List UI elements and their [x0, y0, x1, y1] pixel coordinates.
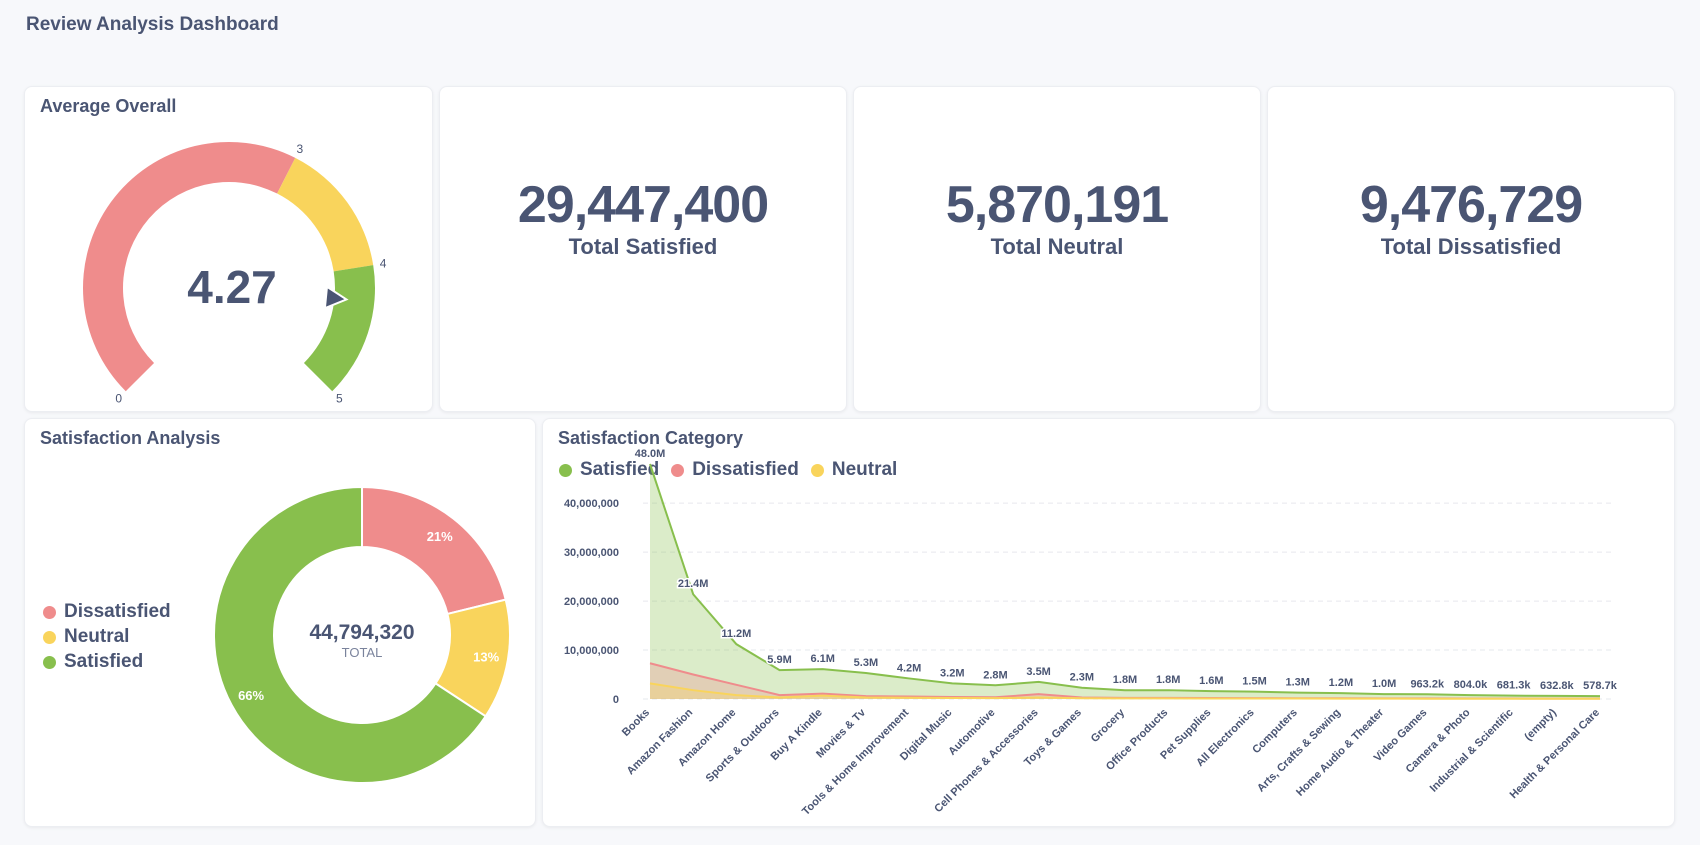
data-label: 48.0M: [635, 448, 666, 460]
data-label: 4.2M: [897, 662, 921, 674]
satisfaction-category-card: Satisfaction Category Satisfied Dissatis…: [542, 418, 1675, 827]
x-tick-label: Sports & Outdoors: [704, 707, 782, 785]
dashboard-title: Review Analysis Dashboard: [26, 14, 279, 35]
gauge-tick-label: 3: [296, 142, 303, 156]
data-label: 11.2M: [721, 628, 751, 640]
gauge-tick-label: 5: [336, 391, 343, 405]
x-tick-label: Health & Personal Care: [1508, 707, 1603, 802]
data-label: 21.4M: [678, 578, 709, 590]
data-label: 632.8k: [1540, 680, 1575, 692]
x-tick-label: Industrial & Scientific: [1428, 707, 1516, 795]
x-tick-label: Books: [620, 707, 652, 739]
data-label: 5.9M: [767, 654, 791, 666]
data-label: 3.2M: [940, 667, 964, 679]
y-tick-label: 30,000,000: [564, 547, 619, 559]
total-dissatisfied-card: 9,476,729 Total Dissatisfied: [1267, 86, 1675, 412]
data-label: 2.8M: [983, 669, 1007, 681]
data-label: 6.1M: [810, 653, 834, 665]
x-tick-label: (empty): [1522, 706, 1559, 743]
total-dissatisfied-value: 9,476,729: [1359, 175, 1583, 234]
satisfaction-analysis-card: Satisfaction Analysis Dissatisfied Neutr…: [24, 418, 536, 827]
data-label: 804.0k: [1454, 679, 1489, 691]
y-tick-label: 10,000,000: [564, 645, 619, 657]
data-label: 1.2M: [1329, 677, 1353, 689]
area-fill-satisfied: [650, 464, 1600, 699]
satisfaction-donut-chart: 21% 13% 66% 44,794,320TOTAL: [213, 485, 511, 784]
average-overall-gauge: 0 3 4 5 4.27: [83, 142, 387, 405]
gauge-segment-2: [303, 265, 375, 392]
gauge-value: 4.27: [187, 261, 277, 313]
y-tick-label: 40,000,000: [564, 498, 619, 510]
gauge-tick-label: 4: [380, 257, 387, 271]
data-label: 1.8M: [1156, 674, 1180, 686]
data-label: 1.6M: [1199, 675, 1223, 687]
data-label: 3.5M: [1026, 666, 1050, 678]
y-tick-label: 20,000,000: [564, 596, 619, 608]
data-label: 1.8M: [1113, 674, 1137, 686]
donut-slice-label: 13%: [473, 649, 499, 664]
total-neutral-card: 5,870,191 Total Neutral: [853, 86, 1261, 412]
x-tick-label: Grocery: [1089, 706, 1128, 745]
total-satisfied-label: Total Satisfied: [568, 233, 718, 259]
average-overall-card: Average Overall 0 3 4 5 4.27: [24, 86, 433, 412]
data-label: 1.3M: [1285, 677, 1309, 689]
data-label: 1.5M: [1242, 676, 1266, 688]
donut-slice-label: 66%: [238, 688, 264, 703]
y-tick-label: 0: [613, 694, 619, 706]
data-label: 1.0M: [1372, 678, 1396, 690]
x-tick-label: Arts, Crafts & Sewing: [1255, 707, 1343, 795]
total-dissatisfied-label: Total Dissatisfied: [1380, 233, 1562, 259]
x-tick-label: Home Audio & Theater: [1294, 706, 1387, 799]
data-label: 2.3M: [1070, 672, 1094, 684]
donut-total-label: TOTAL: [342, 645, 383, 660]
data-label: 578.7k: [1583, 680, 1618, 692]
total-satisfied-value: 29,447,400: [517, 175, 769, 234]
donut-slice-dissatisfied[interactable]: [361, 485, 507, 616]
area-line-satisfied[interactable]: [649, 463, 1601, 698]
data-label: 963.2k: [1410, 678, 1445, 690]
donut-total-value: 44,794,320: [309, 621, 414, 644]
total-neutral-label: Total Neutral: [990, 233, 1124, 259]
data-label: 681.3k: [1497, 680, 1532, 692]
total-neutral-value: 5,870,191: [945, 175, 1169, 234]
gauge-tick-label: 0: [115, 391, 122, 405]
donut-slice-label: 21%: [427, 529, 453, 544]
total-satisfied-card: 29,447,400 Total Satisfied: [439, 86, 847, 412]
satisfaction-category-chart: 0 10,000,000 20,000,000 30,000,000 40,000,00…: [564, 447, 1619, 818]
gauge-segment-1: [277, 157, 374, 272]
data-label: 5.3M: [854, 657, 878, 669]
